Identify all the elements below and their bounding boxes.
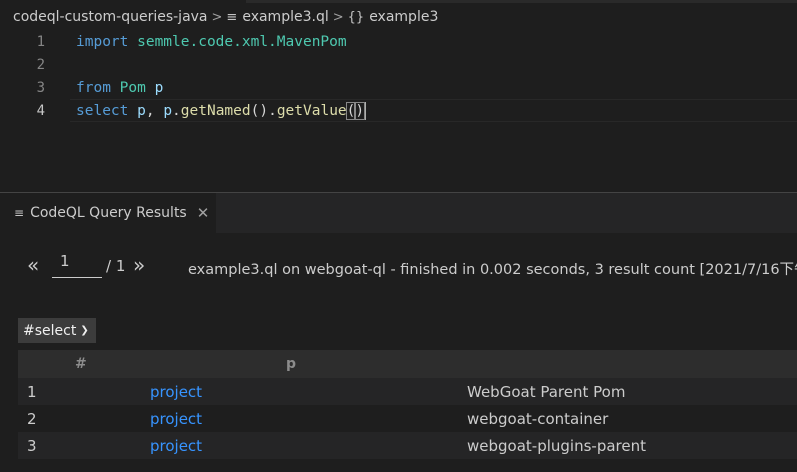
page-number-input[interactable]: 1 [52, 252, 102, 278]
query-status-text: example3.ql on webgoat-ql - finished in … [188, 262, 797, 278]
code-text: from Pom p [76, 80, 163, 96]
code-token: from [76, 79, 120, 96]
page-total: / 1 [106, 257, 126, 275]
table-row: 1 project WebGoat Parent Pom [18, 378, 797, 405]
results-table: # p 1 project WebGoat Parent Pom 2 proje… [18, 350, 797, 459]
code-token: import [76, 33, 138, 50]
code-token: p [137, 102, 146, 119]
bracket-close: ) [354, 101, 366, 120]
result-value: webgoat-container [467, 410, 609, 428]
code-token: select [76, 102, 138, 119]
chevron-right-icon: > [211, 9, 223, 25]
code-token: getNamed [180, 102, 251, 119]
code-token: Pom [119, 79, 155, 96]
column-header-p[interactable]: p [286, 356, 296, 372]
panel-tab-bar: ≡ CodeQL Query Results ✕ [0, 193, 797, 233]
code-line[interactable]: 3 from Pom p [0, 76, 797, 99]
next-page-button[interactable]: » [133, 253, 145, 277]
code-token: p [154, 79, 164, 96]
table-row: 2 project webgoat-container [18, 405, 797, 432]
breadcrumb-file[interactable]: example3.ql [242, 9, 328, 25]
code-editor[interactable]: 1 import semmle.code.xml.MavenPom 2 3 fr… [0, 30, 797, 192]
table-header: # p [18, 350, 797, 378]
row-index: 2 [27, 410, 37, 428]
line-number: 1 [36, 33, 45, 50]
code-line-active[interactable]: 4 select p, p.getNamed().getValue() [0, 99, 797, 122]
code-token: , [145, 102, 164, 119]
result-set-selected: #select [23, 322, 77, 339]
breadcrumb-symbol[interactable]: example3 [369, 9, 438, 25]
braces-icon: {} [347, 9, 365, 25]
table-row: 3 project webgoat-plugins-parent [18, 432, 797, 459]
code-token: (). [250, 102, 277, 119]
breadcrumb: codeql-custom-queries-java > ≡ example3.… [0, 0, 797, 34]
line-number: 4 [36, 102, 45, 119]
list-icon: ≡ [14, 206, 25, 220]
code-line[interactable]: 1 import semmle.code.xml.MavenPom [0, 30, 797, 53]
result-link[interactable]: project [150, 410, 202, 428]
line-number: 3 [36, 79, 45, 96]
code-token: getValue [276, 102, 347, 119]
chevron-down-icon: ❯ [80, 325, 89, 336]
result-link[interactable]: project [150, 383, 202, 401]
chevron-right-icon: > [332, 9, 344, 25]
code-text: select p, p.getNamed().getValue() [76, 101, 367, 120]
row-index: 1 [27, 383, 37, 401]
previous-page-button[interactable]: « [27, 253, 39, 277]
close-icon[interactable]: ✕ [197, 204, 210, 222]
breadcrumb-project[interactable]: codeql-custom-queries-java [13, 9, 208, 25]
column-header-index[interactable]: # [75, 356, 87, 372]
code-token: . [172, 102, 181, 119]
result-value: WebGoat Parent Pom [467, 383, 626, 401]
row-index: 3 [27, 437, 37, 455]
code-token: semmle.code.xml.MavenPom [137, 33, 347, 50]
code-text: import semmle.code.xml.MavenPom [76, 34, 347, 50]
line-number: 2 [36, 56, 45, 73]
result-value: webgoat-plugins-parent [467, 437, 646, 455]
tab-label: CodeQL Query Results [30, 205, 187, 221]
file-lines-icon: ≡ [226, 9, 238, 25]
result-set-select[interactable]: #select ❯ [18, 318, 96, 343]
result-link[interactable]: project [150, 437, 202, 455]
pagination: « 1 / 1 » example3.ql on webgoat-ql - fi… [0, 233, 797, 303]
tab-codeql-query-results[interactable]: ≡ CodeQL Query Results ✕ [0, 193, 216, 233]
code-token: p [163, 102, 173, 119]
text-cursor [364, 101, 367, 120]
code-line[interactable]: 2 [0, 53, 797, 76]
query-results-panel: « 1 / 1 » example3.ql on webgoat-ql - fi… [0, 233, 797, 472]
